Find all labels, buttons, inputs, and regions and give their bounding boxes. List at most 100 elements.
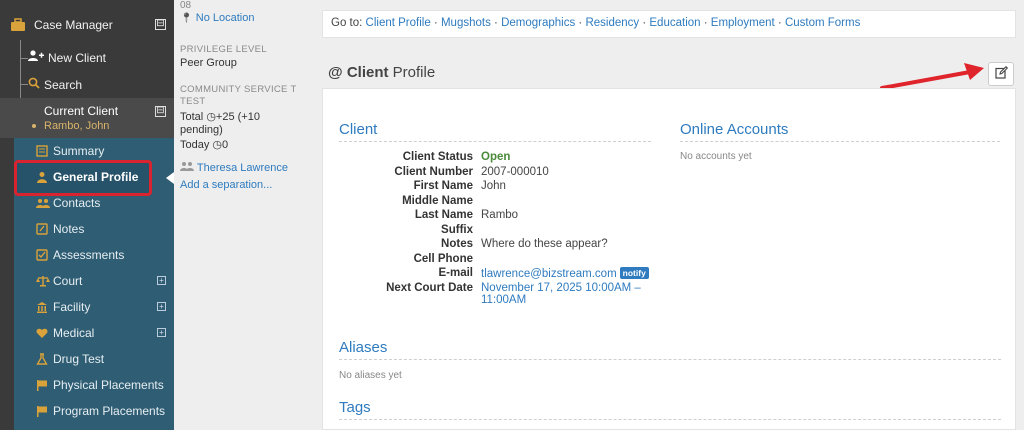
goto-link-employment[interactable]: Employment [711, 17, 775, 29]
caseworker-row[interactable]: Theresa Lawrence [180, 161, 288, 174]
field-label: Middle Name [402, 194, 473, 207]
client-info-column: 08 📍︎ No Location PRIVILEGE LEVEL Peer G… [174, 0, 314, 430]
group-icon [180, 162, 197, 174]
sidebar-item-summary[interactable]: Summary [36, 138, 104, 164]
profile-card: Client Online Accounts No accounts yet C… [322, 88, 1016, 430]
court-date-continued[interactable]: 11:00AM [481, 294, 641, 306]
sidebar-item-assessments[interactable]: Assessments [36, 242, 124, 268]
field-text: 2007-000010 [481, 165, 549, 178]
sidebar-item-drug-test[interactable]: Drug Test [36, 346, 104, 372]
community-service-label-2: TEST [180, 96, 206, 107]
summary-icon [36, 145, 48, 157]
person-icon [36, 171, 48, 183]
field-value[interactable]: November 17, 2025 10:00AM –11:00AM [481, 282, 641, 306]
expand-plus-icon[interactable]: + [157, 302, 166, 311]
field-value[interactable]: tlawrence@bizstream.com notify [481, 267, 649, 280]
sidebar-item-label: Medical [53, 326, 95, 340]
sidebar-item-general-profile[interactable]: General Profile [36, 164, 138, 190]
client-section-title: Client [339, 121, 651, 142]
title-rest: Profile [392, 64, 436, 81]
today-value: 0 [222, 139, 229, 151]
privilege-label: PRIVILEGE LEVEL [180, 44, 267, 55]
building-icon [36, 301, 48, 313]
aliases-section-title: Aliases [339, 339, 1001, 360]
online-accounts-title: Online Accounts [680, 121, 1000, 142]
top-fragment: 08 [180, 0, 192, 11]
total-label: Total [180, 111, 204, 123]
case-manager-header[interactable]: Case Manager ⊟ [0, 10, 174, 40]
collapse-toggle-icon[interactable]: ⊟ [155, 19, 166, 30]
field-value: Rambo [481, 209, 518, 221]
heart-icon [36, 327, 48, 339]
tree-tick [20, 58, 28, 59]
sidebar-item-physical-placements[interactable]: Physical Placements [36, 372, 164, 398]
contacts-icon [36, 197, 50, 209]
field-value: John [481, 180, 506, 192]
community-service-label: COMMUNITY SERVICE T [180, 84, 297, 95]
sidebar-item-label: Program Placements [53, 404, 166, 418]
goto-separator: · [430, 17, 441, 29]
sidebar-item-label: Court [53, 274, 83, 288]
active-caret-icon [166, 172, 174, 184]
current-client[interactable]: Current Client Rambo, John ⊟ [0, 98, 174, 138]
field-value: Where do these appear? [481, 238, 608, 250]
court-date-link[interactable]: November 17, 2025 10:00AM – [481, 282, 641, 294]
total-value: +25 (+10 [215, 111, 260, 123]
add-separation-link[interactable]: Add a separation... [180, 179, 272, 191]
goto-separator: · [490, 17, 502, 29]
today-row: Today ◷0 [180, 138, 228, 151]
sidebar-item-notes[interactable]: Notes [36, 216, 84, 242]
at-icon: @ [328, 64, 343, 81]
goto-separator: · [700, 17, 711, 29]
online-accounts-empty: No accounts yet [680, 151, 752, 162]
search-icon [28, 77, 40, 92]
sidebar-item-program-placements[interactable]: Program Placements [36, 398, 165, 424]
field-text: Rambo [481, 209, 519, 221]
goto-link-mugshots[interactable]: Mugshots [441, 17, 491, 29]
sidebar-item-medical[interactable]: Medical [36, 320, 94, 346]
notify-badge[interactable]: notify [619, 267, 649, 279]
goto-link-education[interactable]: Education [649, 17, 700, 29]
add-user-icon [28, 50, 44, 65]
title-bold: Client [346, 64, 389, 81]
goto-separator: · [575, 17, 586, 29]
expand-plus-icon[interactable]: + [157, 328, 166, 337]
current-client-label: Current Client [44, 104, 119, 118]
collapse-toggle-icon[interactable]: ⊟ [155, 106, 166, 117]
field-label: Client Status [402, 151, 473, 163]
goto-link-demographics[interactable]: Demographics [501, 17, 575, 29]
goto-separator: · [774, 17, 785, 29]
sidebar-item-court[interactable]: Court [36, 268, 82, 294]
flag-icon [36, 379, 48, 391]
tree-tick [20, 84, 28, 85]
field-value: 2007-000010 [481, 166, 549, 178]
location-row[interactable]: 📍︎ No Location [180, 12, 254, 24]
sidebar-item-contacts[interactable]: Contacts [36, 190, 100, 216]
today-label: Today [180, 139, 210, 151]
email-link[interactable]: tlawrence@bizstream.com [481, 268, 617, 280]
page-title: @ Client Profile [328, 64, 435, 81]
pin-icon: 📍︎ [180, 13, 193, 24]
sidebar-item-label: Facility [53, 300, 91, 314]
caseworker-link[interactable]: Theresa Lawrence [197, 162, 288, 174]
sidebar-item-facility[interactable]: Facility [36, 294, 90, 320]
location-link[interactable]: No Location [196, 12, 255, 24]
goto-separator: · [639, 17, 650, 29]
search-label: Search [44, 77, 83, 92]
main-content: Go to: Client Profile · Mugshots · Demog… [322, 0, 1024, 430]
current-client-name: Rambo, John [44, 120, 110, 132]
field-value: Open [481, 151, 510, 163]
field-text: Open [481, 151, 511, 163]
search-link[interactable]: Search [28, 77, 82, 92]
field-label: E-mail [438, 267, 473, 279]
goto-link-residency[interactable]: Residency [585, 17, 639, 29]
goto-link-custom-forms[interactable]: Custom Forms [785, 17, 860, 29]
edit-button[interactable] [988, 62, 1014, 86]
field-text: John [481, 180, 506, 192]
goto-link-client-profile[interactable]: Client Profile [366, 17, 431, 29]
new-client-link[interactable]: New Client [28, 50, 106, 65]
expand-plus-icon[interactable]: + [157, 276, 166, 285]
aliases-empty: No aliases yet [339, 370, 402, 381]
case-manager-label: Case Manager [34, 18, 113, 32]
field-label: First Name [413, 180, 473, 192]
